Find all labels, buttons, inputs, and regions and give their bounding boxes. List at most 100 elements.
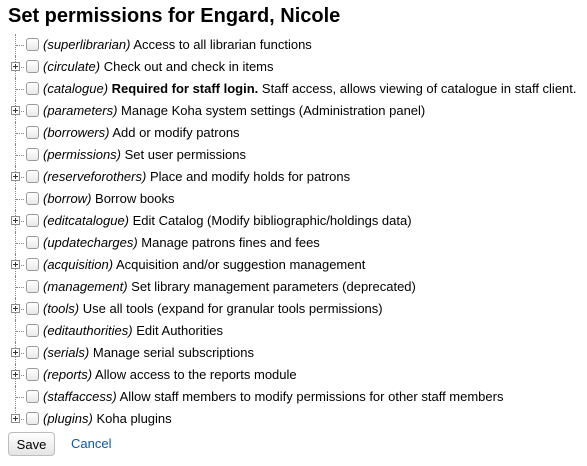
permission-label[interactable]: (catalogue) Required for staff login. St… — [43, 78, 577, 100]
permission-checkbox[interactable] — [26, 324, 39, 337]
cancel-link[interactable]: Cancel — [71, 432, 111, 456]
permission-code: (borrow) — [43, 191, 92, 206]
permission-label[interactable]: (serials) Manage serial subscriptions — [43, 342, 254, 364]
permission-checkbox[interactable] — [26, 60, 39, 73]
permission-label[interactable]: (editcatalogue) Edit Catalog (Modify bib… — [43, 210, 412, 232]
permission-code: (superlibrarian) — [43, 37, 131, 52]
permission-row: (catalogue) Required for staff login. St… — [0, 78, 587, 100]
tree-branch-line — [16, 89, 24, 90]
permission-checkbox[interactable] — [26, 214, 39, 227]
permission-code: (parameters) — [43, 103, 118, 118]
tree-branch-line — [16, 331, 24, 332]
permissions-page: Set permissions for Engard, Nicole (supe… — [0, 0, 587, 466]
permission-checkbox[interactable] — [26, 148, 39, 161]
permission-checkbox[interactable] — [26, 390, 39, 403]
permission-checkbox[interactable] — [26, 38, 39, 51]
permission-row: (management) Set library management para… — [0, 276, 587, 298]
page-title: Set permissions for Engard, Nicole — [8, 5, 341, 27]
permission-description: Manage patrons fines and fees — [141, 235, 320, 250]
permission-description: Manage serial subscriptions — [92, 345, 254, 360]
permission-label[interactable]: (plugins) Koha plugins — [43, 408, 172, 430]
permission-code: (permissions) — [43, 147, 122, 162]
permission-checkbox[interactable] — [26, 346, 39, 359]
permission-label[interactable]: (parameters) Manage Koha system settings… — [43, 100, 425, 122]
permission-label[interactable]: (editauthorities) Edit Authorities — [43, 320, 223, 342]
permission-code: (reserveforothers) — [43, 169, 147, 184]
permissions-tree: (superlibrarian) Access to all librarian… — [0, 34, 587, 430]
permission-description: Koha plugins — [96, 411, 172, 426]
permission-row: (plugins) Koha plugins — [0, 408, 587, 430]
permission-description: Allow access to the reports module — [95, 367, 297, 382]
permission-checkbox[interactable] — [26, 280, 39, 293]
permission-row: (reports) Allow access to the reports mo… — [0, 364, 587, 386]
permission-row: (editauthorities) Edit Authorities — [0, 320, 587, 342]
permission-checkbox[interactable] — [26, 236, 39, 249]
permission-description: Set user permissions — [124, 147, 247, 162]
permission-code: (circulate) — [43, 59, 101, 74]
permission-code: (acquisition) — [43, 257, 114, 272]
permission-code: (borrowers) — [43, 125, 110, 140]
expand-plus-icon[interactable] — [11, 304, 20, 313]
permission-checkbox[interactable] — [26, 302, 39, 315]
permission-checkbox[interactable] — [26, 170, 39, 183]
expand-plus-icon[interactable] — [11, 106, 20, 115]
permission-row: (tools) Use all tools (expand for granul… — [0, 298, 587, 320]
permission-code: (catalogue) — [43, 81, 109, 96]
expand-plus-icon[interactable] — [11, 414, 20, 423]
permission-label[interactable]: (tools) Use all tools (expand for granul… — [43, 298, 383, 320]
permission-row: (staffaccess) Allow staff members to mod… — [0, 386, 587, 408]
permission-label[interactable]: (reserveforothers) Place and modify hold… — [43, 166, 350, 188]
tree-branch-line — [16, 243, 24, 244]
permission-label[interactable]: (borrow) Borrow books — [43, 188, 175, 210]
permission-label[interactable]: (management) Set library management para… — [43, 276, 416, 298]
permission-label[interactable]: (acquisition) Acquisition and/or suggest… — [43, 254, 365, 276]
permission-description: Edit Authorities — [136, 323, 223, 338]
save-button[interactable]: Save — [8, 432, 55, 456]
permission-code: (updatecharges) — [43, 235, 138, 250]
permission-label[interactable]: (permissions) Set user permissions — [43, 144, 246, 166]
tree-branch-line — [16, 133, 24, 134]
permission-code: (staffaccess) — [43, 389, 117, 404]
permission-description: Edit Catalog (Modify bibliographic/holdi… — [132, 213, 412, 228]
permission-row: (borrowers) Add or modify patrons — [0, 122, 587, 144]
permission-label[interactable]: (reports) Allow access to the reports mo… — [43, 364, 297, 386]
expand-plus-icon[interactable] — [11, 62, 20, 71]
expand-plus-icon[interactable] — [11, 370, 20, 379]
tree-branch-line — [16, 155, 24, 156]
permission-label[interactable]: (superlibrarian) Access to all librarian… — [43, 34, 312, 56]
tree-branch-line — [16, 45, 24, 46]
permission-label[interactable]: (updatecharges) Manage patrons fines and… — [43, 232, 320, 254]
permission-row: (updatecharges) Manage patrons fines and… — [0, 232, 587, 254]
permission-checkbox[interactable] — [26, 82, 39, 95]
permission-row: (borrow) Borrow books — [0, 188, 587, 210]
permission-code: (plugins) — [43, 411, 93, 426]
permission-label[interactable]: (staffaccess) Allow staff members to mod… — [43, 386, 503, 408]
expand-plus-icon[interactable] — [11, 216, 20, 225]
permission-code: (editauthorities) — [43, 323, 133, 338]
permission-label[interactable]: (circulate) Check out and check in items — [43, 56, 274, 78]
permission-checkbox[interactable] — [26, 258, 39, 271]
permission-row: (reserveforothers) Place and modify hold… — [0, 166, 587, 188]
permission-description: Set library management parameters (depre… — [131, 279, 416, 294]
permission-description: Add or modify patrons — [112, 125, 240, 140]
tree-branch-line — [16, 199, 24, 200]
permission-checkbox[interactable] — [26, 126, 39, 139]
permission-code: (serials) — [43, 345, 90, 360]
permission-checkbox[interactable] — [26, 192, 39, 205]
permission-row: (serials) Manage serial subscriptions — [0, 342, 587, 364]
permission-description: Access to all librarian functions — [133, 37, 312, 52]
permission-code: (reports) — [43, 367, 93, 382]
permission-checkbox[interactable] — [26, 104, 39, 117]
expand-plus-icon[interactable] — [11, 348, 20, 357]
expand-plus-icon[interactable] — [11, 260, 20, 269]
permission-row: (circulate) Check out and check in items — [0, 56, 587, 78]
permission-checkbox[interactable] — [26, 368, 39, 381]
permission-label[interactable]: (borrowers) Add or modify patrons — [43, 122, 240, 144]
permission-description: Allow staff members to modify permission… — [119, 389, 504, 404]
permission-required-note: Required for staff login. — [111, 81, 259, 96]
permission-code: (management) — [43, 279, 128, 294]
expand-plus-icon[interactable] — [11, 172, 20, 181]
permission-checkbox[interactable] — [26, 412, 39, 425]
permission-row: (permissions) Set user permissions — [0, 144, 587, 166]
permission-description: Manage Koha system settings (Administrat… — [121, 103, 426, 118]
